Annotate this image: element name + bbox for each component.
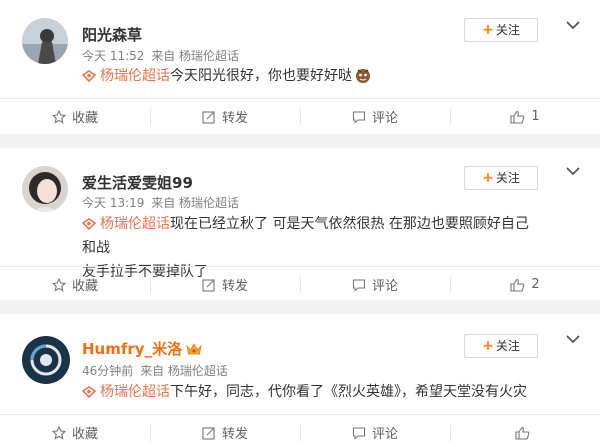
thumb-up-icon bbox=[514, 426, 529, 440]
supertopic-link[interactable]: 杨瑞伦超话 bbox=[82, 216, 170, 232]
post-meta: 今天 11:52 来自 杨瑞伦超话 bbox=[82, 47, 239, 64]
supertopic-icon bbox=[82, 70, 96, 82]
favorite-button[interactable]: 收藏 bbox=[0, 99, 150, 134]
user-name[interactable]: 爱生活爱雯姐99 bbox=[82, 172, 193, 193]
post-meta: 今天 13:19 来自 杨瑞伦超话 bbox=[82, 194, 239, 211]
post-card: 爱生活爱雯姐99 今天 13:19 来自 杨瑞伦超话 杨瑞伦超话现在已经立秋了 … bbox=[0, 148, 600, 300]
weibo-feed: 阳光森草 今天 11:52 来自 杨瑞伦超话 杨瑞伦超话今天阳光很好，你也要好好… bbox=[0, 0, 600, 447]
post-source[interactable]: 来自 杨瑞伦超话 bbox=[140, 364, 228, 378]
post-card: 阳光森草 今天 11:52 来自 杨瑞伦超话 杨瑞伦超话今天阳光很好，你也要好好… bbox=[0, 0, 600, 134]
favorite-button[interactable]: 收藏 bbox=[0, 267, 150, 302]
like-button[interactable] bbox=[450, 415, 600, 447]
like-count: 2 bbox=[531, 277, 540, 292]
post-body: 下午好，同志，代你看了《烈火英雄》，希望天堂没有火灾 bbox=[170, 384, 527, 400]
user-name[interactable]: 阳光森草 bbox=[82, 24, 142, 45]
comment-icon bbox=[352, 278, 366, 292]
repost-button[interactable]: 转发 bbox=[150, 267, 300, 302]
post-time[interactable]: 今天 13:19 bbox=[82, 196, 144, 210]
supertopic-icon bbox=[82, 386, 96, 398]
post-source[interactable]: 来自 杨瑞伦超话 bbox=[151, 196, 239, 210]
like-button[interactable]: 1 bbox=[450, 99, 600, 134]
repost-button[interactable]: 转发 bbox=[150, 415, 300, 447]
user-name[interactable]: Humfry_米洛 bbox=[82, 338, 202, 359]
chevron-down-icon[interactable] bbox=[566, 20, 580, 30]
comment-button[interactable]: 评论 bbox=[300, 267, 450, 302]
like-button[interactable]: 2 bbox=[450, 267, 600, 302]
post-body: 今天阳光很好，你也要好好哒 bbox=[170, 68, 352, 84]
chevron-down-icon[interactable] bbox=[566, 334, 580, 344]
action-bar: 收藏 转发 评论 2 bbox=[0, 266, 600, 302]
thumb-up-icon bbox=[510, 110, 525, 124]
post-source[interactable]: 来自 杨瑞伦超话 bbox=[151, 49, 239, 63]
thumb-up-icon bbox=[510, 278, 525, 292]
plus-icon: + bbox=[482, 338, 494, 354]
comment-button[interactable]: 评论 bbox=[300, 99, 450, 134]
comment-icon bbox=[352, 426, 366, 440]
action-bar: 收藏 转发 评论 1 bbox=[0, 98, 600, 134]
follow-button[interactable]: + 关注 bbox=[464, 166, 538, 190]
plus-icon: + bbox=[482, 170, 494, 186]
comment-icon bbox=[352, 110, 366, 124]
avatar[interactable] bbox=[22, 336, 70, 384]
action-bar: 收藏 转发 评论 bbox=[0, 414, 600, 447]
favorite-button[interactable]: 收藏 bbox=[0, 415, 150, 447]
post-meta: 46分钟前 来自 杨瑞伦超话 bbox=[82, 362, 228, 379]
repost-icon bbox=[202, 110, 215, 124]
post-text: 杨瑞伦超话今天阳光很好，你也要好好哒 bbox=[82, 64, 544, 88]
crown-badge-icon bbox=[186, 343, 202, 355]
repost-button[interactable]: 转发 bbox=[150, 99, 300, 134]
supertopic-link[interactable]: 杨瑞伦超话 bbox=[82, 384, 170, 400]
avatar[interactable] bbox=[22, 18, 68, 64]
star-icon bbox=[51, 109, 66, 124]
supertopic-link[interactable]: 杨瑞伦超话 bbox=[82, 68, 170, 84]
post-time[interactable]: 今天 11:52 bbox=[82, 49, 144, 63]
supertopic-icon bbox=[82, 218, 96, 230]
repost-icon bbox=[202, 426, 215, 440]
follow-button[interactable]: + 关注 bbox=[464, 334, 538, 358]
post-time[interactable]: 46分钟前 bbox=[82, 364, 133, 378]
plus-icon: + bbox=[482, 22, 494, 38]
chevron-down-icon[interactable] bbox=[566, 166, 580, 176]
comment-button[interactable]: 评论 bbox=[300, 415, 450, 447]
follow-button[interactable]: + 关注 bbox=[464, 18, 538, 42]
repost-icon bbox=[202, 278, 215, 292]
like-count: 1 bbox=[531, 109, 540, 124]
post-card: Humfry_米洛 46分钟前 来自 杨瑞伦超话 杨瑞伦超话下午好，同志，代你看… bbox=[0, 314, 600, 447]
avatar[interactable] bbox=[22, 166, 68, 212]
emoji-icon bbox=[356, 69, 370, 83]
post-text: 杨瑞伦超话下午好，同志，代你看了《烈火英雄》，希望天堂没有火灾 bbox=[82, 380, 580, 404]
star-icon bbox=[51, 425, 66, 440]
star-icon bbox=[51, 277, 66, 292]
